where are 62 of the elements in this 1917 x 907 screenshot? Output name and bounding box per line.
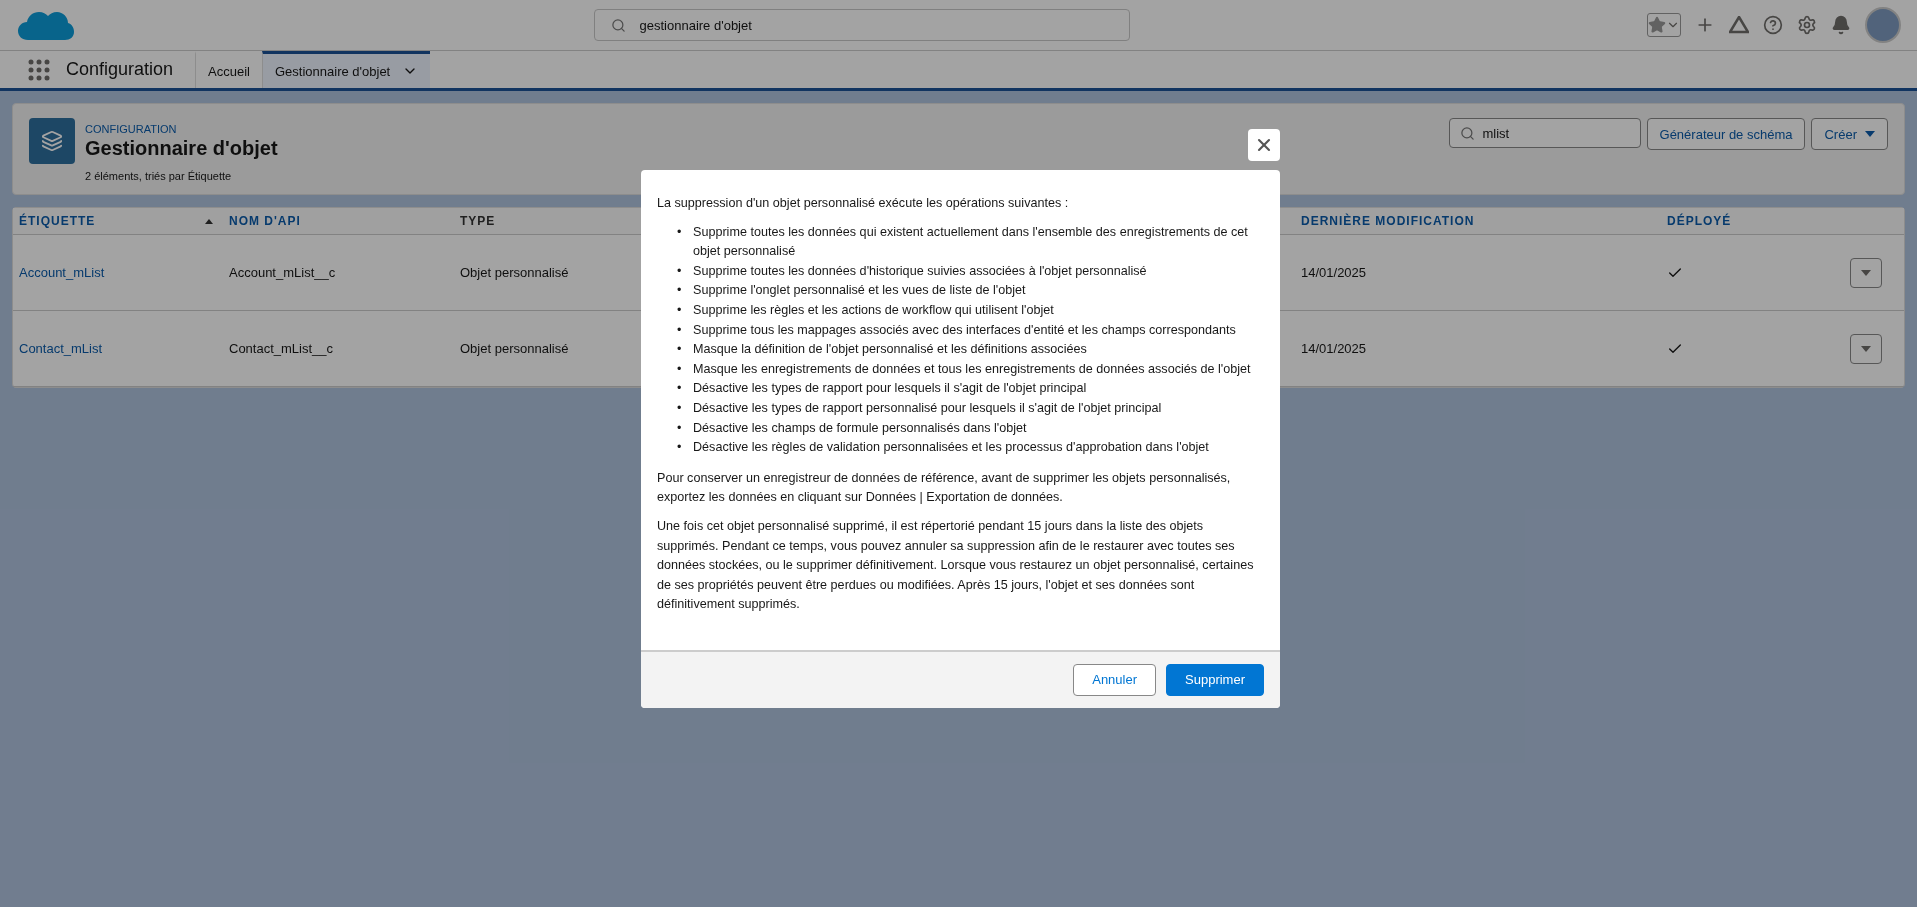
bullet-mark: • — [677, 321, 683, 339]
delete-button[interactable]: Supprimer — [1166, 663, 1264, 696]
search-icon — [610, 17, 626, 33]
layers-icon — [29, 118, 75, 164]
list-item: Masque la définition de l'objet personnalisé et les définitions associées — [693, 341, 1087, 359]
caret-icon — [1865, 131, 1875, 137]
close-button[interactable] — [1248, 129, 1280, 161]
bullet-mark: • — [677, 301, 683, 319]
list-item: Masque les enregistrements de données et tous les enregistrements de données associés de l'objet — [693, 360, 1251, 378]
dialog-text: Pour conserver un enregistreur de données de référence, avant de supprimer les objets personnalisés, exportez les données en cliquant sur Données | Exportation de données. — [657, 469, 1232, 507]
breadcrumb: CONFIGURATION — [85, 122, 178, 135]
row-menu-button[interactable] — [1850, 257, 1882, 288]
bullet-mark: • — [677, 439, 683, 457]
object-link[interactable]: Account_mList — [19, 265, 105, 280]
search-field[interactable]: gestionnaire d'objet — [593, 9, 1130, 41]
favorites-button[interactable] — [1647, 13, 1681, 37]
bullet-mark: • — [677, 380, 683, 398]
bell-icon[interactable] — [1831, 15, 1851, 35]
bullet-mark: • — [677, 419, 683, 437]
sort-arrow-icon — [205, 218, 213, 224]
list-item: Désactive les types de rapport personnalisé pour lesquels il s'agit de l'objet principal — [693, 399, 1162, 417]
bullet-mark: • — [677, 223, 683, 241]
row-menu-button[interactable] — [1850, 333, 1882, 364]
page-title: Gestionnaire d'objet — [85, 136, 278, 160]
table-cell: Contact_mList__c — [229, 341, 334, 356]
app-launcher-icon[interactable] — [28, 58, 50, 81]
bullet-mark: • — [677, 341, 683, 359]
table-cell: 14/01/2025 — [1301, 265, 1367, 280]
bullet-mark: • — [677, 262, 683, 280]
list-item: Supprime l'onglet personnalisé et les vues de liste de l'objet — [693, 282, 1026, 300]
list-item: Supprime toutes les données d'historique suivies associées à l'objet personnalisé — [693, 262, 1147, 280]
avatar-circle[interactable] — [1865, 7, 1901, 43]
column-header[interactable]: ÉTIQUETTE — [13, 208, 223, 235]
dialog-text: La suppression d'un objet personnalisé exécute les opérations suivantes : — [657, 195, 1070, 212]
star-icon — [1648, 16, 1666, 34]
nav-tab[interactable]: Gestionnaire d'objet — [262, 51, 431, 88]
create-menu-button[interactable]: Créer — [1811, 118, 1888, 150]
list-item: Supprime toutes les données qui existent actuellement dans l'ensemble des enregistrements de cet objet personnalisé — [693, 223, 1249, 261]
settings-icon[interactable] — [1797, 15, 1817, 35]
search-icon — [1459, 125, 1475, 141]
search-field[interactable]: mlist — [1448, 118, 1641, 148]
object-link[interactable]: Contact_mList — [19, 341, 103, 356]
table-cell: 14/01/2025 — [1301, 341, 1367, 356]
list-item: Désactive les champs de formule personnalisés dans l'objet — [693, 419, 1027, 437]
schema-builder-button[interactable]: Générateur de schéma — [1646, 118, 1806, 150]
app-name: Configuration — [66, 59, 174, 80]
table-cell: Objet personnalisé — [460, 341, 569, 356]
bullet-mark: • — [677, 282, 683, 300]
table-cell: Objet personnalisé — [460, 265, 569, 280]
list-item: Désactive les règles de validation personnalisées et les processus d'approbation dans l'objet — [693, 439, 1209, 457]
caret-icon — [1861, 345, 1871, 352]
bullet-mark: • — [677, 360, 683, 378]
dialog-text: Une fois cet objet personnalisé supprimé, il est répertorié pendant 15 jours dans la liste des objets supprimés. Pendant ce temps, vous pouvez annuler sa suppression afin de le restaurer avec toutes ses données stockées, ou le supprimer définitivement. Lorsque vous restaurez un objet personnalisé, certaines de ses propriétés peuvent être perdues ou modifiées. Après 15 jours, l'objet et ses données sont définitivement supprimés. — [657, 517, 1255, 614]
cancel-button[interactable]: Annuler — [1073, 663, 1157, 696]
list-item: Supprime les règles et les actions de workflow qui utilisent l'objet — [693, 301, 1054, 319]
bullet-mark: • — [677, 399, 683, 417]
table-cell: Account_mList__c — [229, 265, 336, 280]
caret-icon — [1861, 269, 1871, 276]
item-count: 2 éléments, triés par Étiquette — [85, 170, 233, 182]
help-icon[interactable] — [1763, 15, 1783, 35]
list-item: Supprime tous les mappages associés avec des interfaces d'entité et les champs correspondants — [693, 321, 1236, 339]
list-item: Désactive les types de rapport pour lesquels il s'agit de l'objet principal — [693, 380, 1087, 398]
